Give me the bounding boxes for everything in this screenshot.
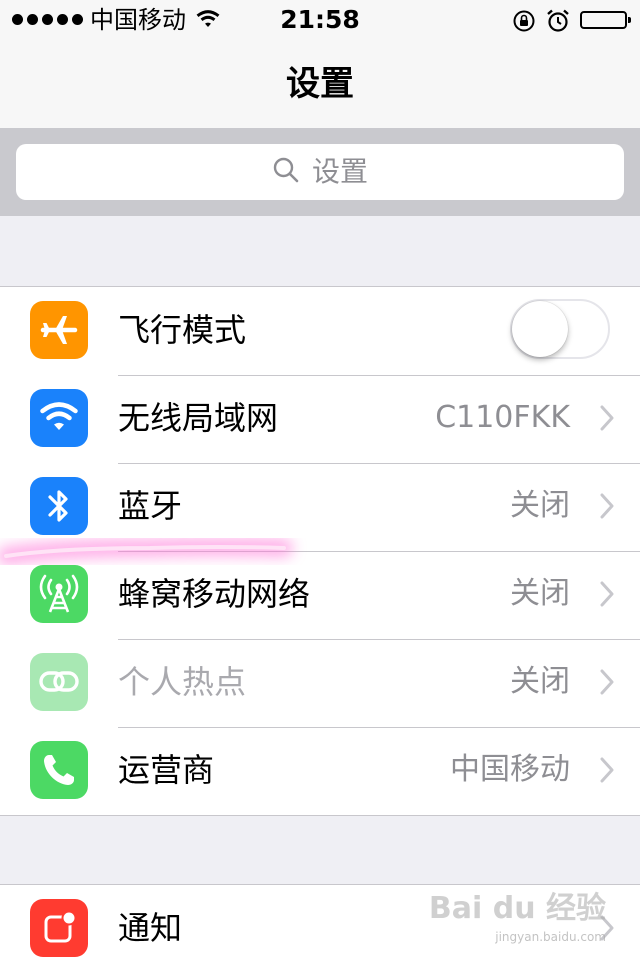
row-value: C110FKK [435,400,570,435]
airplane-mode-toggle[interactable] [510,299,610,359]
row-personal-hotspot[interactable]: 个人热点 关闭 [0,639,640,727]
notifications-icon [30,899,88,957]
row-carrier[interactable]: 运营商 中国移动 [0,727,640,815]
row-label: 运营商 [118,751,215,789]
cellular-antenna-icon [30,565,88,623]
chevron-right-icon [600,493,614,523]
row-label: 蜂窝移动网络 [118,575,311,613]
watermark-logo: Bai du 经验 [428,891,606,926]
phone-icon [30,741,88,799]
page-title: 设置 [286,64,354,104]
battery-icon [580,11,631,29]
search-area: 设置 [0,128,640,216]
chevron-right-icon [600,757,614,787]
status-bar: 中国移动 21:58 [0,0,640,40]
chevron-right-icon [600,581,614,611]
row-label: 通知 [118,909,183,947]
watermark-url: jingyan.baidu.com [495,930,606,944]
status-time: 21:58 [280,5,360,34]
search-icon [272,156,300,188]
row-cellular[interactable]: 蜂窝移动网络 关闭 [0,551,640,639]
row-value: 关闭 [510,488,570,523]
row-label: 无线局域网 [118,399,279,437]
settings-group-connectivity: 飞行模式 无线局域网 C110FKK 蓝牙 关闭 蜂窝移动网络 关闭 个人热点 … [0,286,640,816]
settings-screen: 中国移动 21:58 设置 设置 飞行模式 无线局域网 C110FKK 蓝牙 关… [0,0,640,960]
chevron-right-icon [600,669,614,699]
hotspot-link-icon [30,653,88,711]
row-value: 关闭 [510,664,570,699]
search-input[interactable]: 设置 [16,144,624,200]
row-label: 个人热点 [118,663,247,701]
bluetooth-icon [30,477,88,535]
row-value: 关闭 [510,576,570,611]
row-airplane-mode[interactable]: 飞行模式 [0,287,640,375]
row-label: 飞行模式 [118,311,247,349]
row-value: 中国移动 [450,752,570,787]
row-label: 蓝牙 [118,487,183,525]
row-wlan[interactable]: 无线局域网 C110FKK [0,375,640,463]
rotation-lock-icon [512,9,536,37]
search-placeholder: 设置 [311,155,368,188]
wifi-icon [30,389,88,447]
navigation-bar: 设置 [0,40,640,128]
chevron-right-icon [600,405,614,435]
airplane-icon [30,301,88,359]
row-bluetooth[interactable]: 蓝牙 关闭 [0,463,640,551]
alarm-clock-icon [546,8,570,37]
